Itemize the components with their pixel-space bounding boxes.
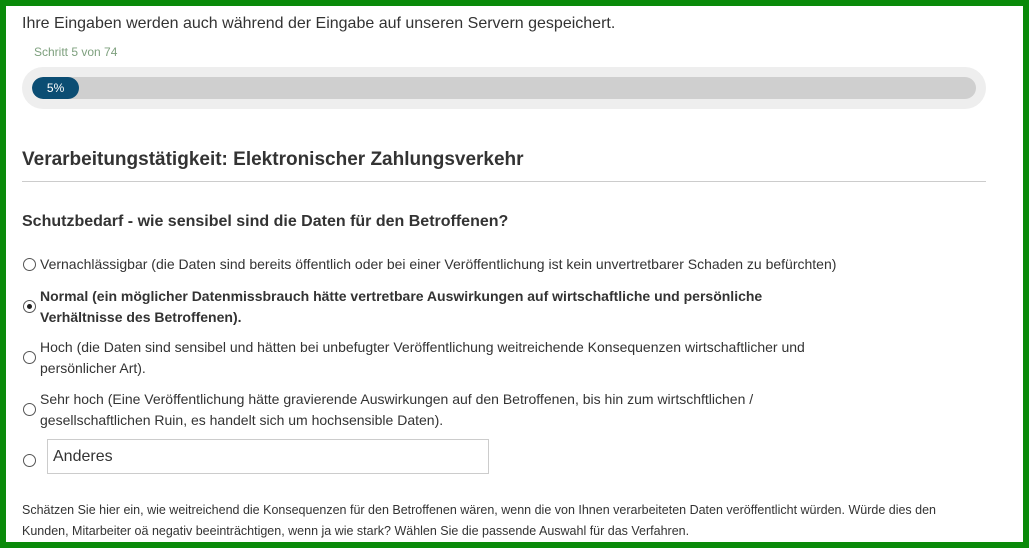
option-normal[interactable]: Normal (ein möglicher Datenmissbrauch hä… xyxy=(22,286,902,328)
question-heading: Schutzbedarf - wie sensibel sind die Dat… xyxy=(22,213,509,230)
option-hoch[interactable]: Hoch (die Daten sind sensibel und hätten… xyxy=(22,337,902,379)
step-indicator: Schritt 5 von 74 xyxy=(34,45,118,59)
progress-fill: 5% xyxy=(32,77,80,99)
autosave-notice: Ihre Eingaben werden auch während der Ei… xyxy=(22,15,616,32)
radio-hoch[interactable] xyxy=(23,351,36,364)
other-text-input[interactable] xyxy=(47,439,489,474)
title-divider xyxy=(22,181,986,182)
option-label: Hoch (die Daten sind sensibel und hätten… xyxy=(40,339,805,376)
radio-other[interactable] xyxy=(23,454,36,467)
progress-bar: 5% xyxy=(22,67,986,109)
page-frame: Ihre Eingaben werden auch während der Ei… xyxy=(0,0,1029,548)
option-label: Normal (ein möglicher Datenmissbrauch hä… xyxy=(40,288,763,325)
option-vernachlaessigbar[interactable]: Vernachlässigbar (die Daten sind bereits… xyxy=(22,254,902,275)
radio-vernachlaessigbar[interactable] xyxy=(23,258,36,271)
option-label: Vernachlässigbar (die Daten sind bereits… xyxy=(40,256,837,272)
page-title: Verarbeitungstätigkeit: Elektronischer Z… xyxy=(22,149,524,170)
radio-sehr-hoch[interactable] xyxy=(23,403,36,416)
option-sehr-hoch[interactable]: Sehr hoch (Eine Veröffentlichung hätte g… xyxy=(22,389,902,431)
option-label: Sehr hoch (Eine Veröffentlichung hätte g… xyxy=(40,391,754,428)
help-text: Schätzen Sie hier ein, wie weitreichend … xyxy=(22,503,937,538)
radio-normal[interactable] xyxy=(23,300,36,313)
progress-track: 5% xyxy=(32,77,976,99)
